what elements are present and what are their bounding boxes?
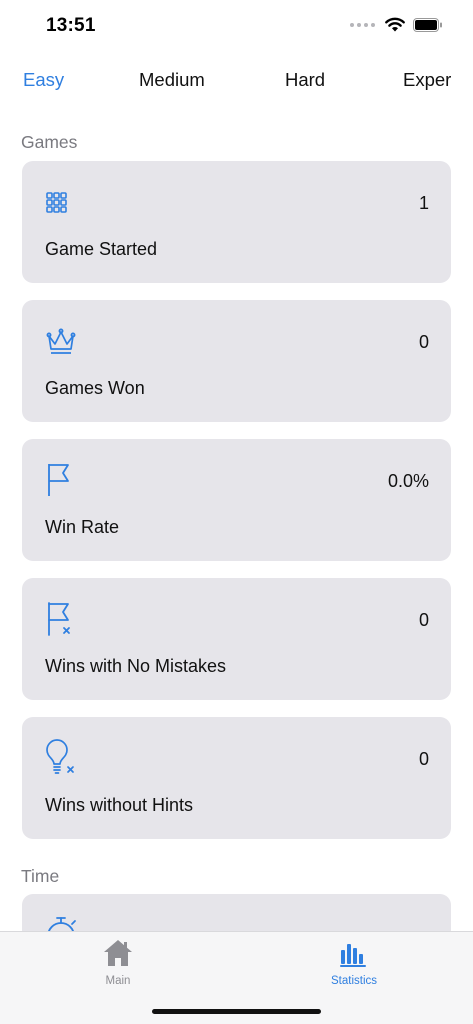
tab-hard[interactable]: Hard — [285, 69, 325, 91]
section-label-games: Games — [21, 132, 78, 152]
tab-statistics-label: Statistics — [330, 975, 377, 987]
house-icon — [104, 940, 132, 966]
status-time: 13:51 — [46, 15, 96, 36]
stat-label: Win Rate — [45, 517, 120, 537]
stat-card-wins-without-hints: 0 Wins without Hints — [22, 717, 451, 839]
stat-label: Wins with No Mistakes — [45, 656, 227, 676]
tab-easy[interactable]: Easy — [23, 69, 64, 91]
wifi-icon — [385, 17, 405, 32]
stat-label: Games Won — [45, 378, 145, 398]
bar-chart-icon — [340, 944, 366, 967]
cellular-signal-icon — [350, 22, 375, 27]
stat-card-games-started: 1 Game Started — [22, 161, 451, 283]
tab-expert[interactable]: Exper — [403, 69, 451, 91]
battery-icon — [413, 17, 442, 32]
stat-value: 0 — [418, 749, 429, 769]
home-indicator — [152, 1009, 321, 1014]
stat-label: Wins without Hints — [45, 795, 194, 815]
tab-main-label: Main — [105, 975, 131, 987]
tab-medium[interactable]: Medium — [139, 69, 205, 91]
difficulty-tabs: Easy Medium Hard Exper — [0, 64, 473, 98]
tab-main[interactable]: Main — [68, 938, 168, 987]
stat-value: 0 — [418, 610, 429, 630]
stat-card-games-won: 0 Games Won — [22, 300, 451, 422]
status-bar: 13:51 — [0, 0, 473, 56]
status-icons — [350, 17, 443, 32]
crown-icon — [46, 328, 76, 354]
lightbulb-x-icon — [46, 739, 74, 774]
stat-card-wins-no-mistakes: 0 Wins with No Mistakes — [22, 578, 451, 700]
flag-x-icon — [48, 602, 70, 636]
stat-card-win-rate: 0.0% Win Rate — [22, 439, 451, 561]
tab-statistics[interactable]: Statistics — [304, 938, 404, 987]
stat-value: 0.0% — [387, 471, 429, 491]
stat-value: 0 — [418, 332, 429, 352]
flag-icon — [48, 464, 69, 496]
stat-value: 1 — [418, 193, 429, 213]
grid-icon — [46, 192, 67, 213]
stat-label: Game Started — [45, 239, 158, 259]
section-label-time: Time — [21, 866, 60, 886]
